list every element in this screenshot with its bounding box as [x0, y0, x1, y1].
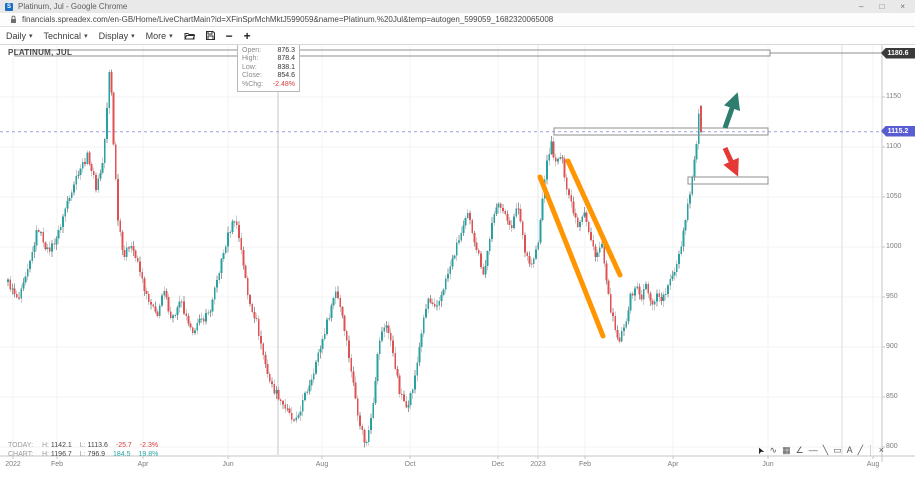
- drawing-toolbar: ➤∿ ▦ ∠ — ╲ ▭ A ╱ │ ×: [757, 445, 884, 456]
- zoom-in-button[interactable]: +: [244, 30, 251, 42]
- polyline-tool-icon[interactable]: ∿: [770, 445, 778, 456]
- pointer-tool-icon[interactable]: ➤: [754, 445, 767, 456]
- window-title: Platinum, Jul - Google Chrome: [18, 2, 127, 11]
- today-summary-row: TODAY: H: 1142.1 L: 1113.6 -25.7 -2.3%: [8, 442, 158, 451]
- line-tool-icon[interactable]: ╱: [858, 445, 863, 456]
- close-button[interactable]: ×: [900, 2, 905, 11]
- y-axis-label: 1100: [886, 143, 901, 150]
- address-bar[interactable]: financials.spreadex.com/en-GB/Home/LiveC…: [0, 13, 915, 27]
- y-axis-label: 950: [886, 293, 898, 300]
- last-price-tag: 1115.2: [881, 126, 915, 137]
- x-axis-label: Apr: [668, 461, 679, 468]
- x-axis-label: Feb: [579, 461, 591, 468]
- chart-toolbar: Daily▾ Technical▾ Display▾ More▾ −: [0, 27, 915, 45]
- chevron-down-icon: ▾: [84, 32, 88, 40]
- chevron-down-icon: ▾: [169, 32, 173, 40]
- save-chart-button[interactable]: [206, 31, 215, 40]
- y-axis-label: 800: [886, 443, 898, 450]
- chevron-down-icon: ▾: [131, 32, 135, 40]
- x-axis-label: Aug: [867, 461, 879, 468]
- fibonacci-grid-tool-icon[interactable]: ▦: [782, 445, 791, 456]
- menu-more[interactable]: More▾: [146, 31, 173, 41]
- toolbar-divider: │: [868, 445, 874, 456]
- browser-window: S Platinum, Jul - Google Chrome – □ × fi…: [0, 0, 915, 478]
- maximize-button[interactable]: □: [879, 2, 884, 11]
- url-text: financials.spreadex.com/en-GB/Home/LiveC…: [22, 15, 553, 24]
- spreadex-favicon: S: [5, 3, 13, 11]
- chevron-down-icon: ▾: [29, 32, 33, 40]
- floppy-save-icon: [206, 31, 215, 40]
- x-axis-label: Feb: [51, 461, 63, 468]
- minimize-button[interactable]: –: [859, 2, 863, 11]
- candlestick-chart-canvas[interactable]: [0, 0, 915, 478]
- x-axis-label: Apr: [138, 461, 149, 468]
- menu-technical[interactable]: Technical▾: [44, 31, 88, 41]
- text-tool-icon[interactable]: A: [847, 445, 853, 456]
- window-title-bar: S Platinum, Jul - Google Chrome – □ ×: [0, 0, 915, 13]
- y-axis-label: 1050: [886, 193, 902, 200]
- y-axis-label: 900: [886, 343, 898, 350]
- x-axis-label: Dec: [492, 461, 504, 468]
- y-axis-label: 1000: [886, 243, 902, 250]
- trendline-tool-icon[interactable]: ╲: [823, 445, 828, 456]
- padlock-icon: [10, 15, 17, 24]
- y-axis-label: 850: [886, 393, 898, 400]
- delete-drawing-icon[interactable]: ×: [879, 445, 884, 456]
- menu-display[interactable]: Display▾: [99, 31, 135, 41]
- ohlc-tooltip: Open:876.3 High:878.4 Low:838.1 Close:85…: [237, 44, 300, 92]
- y-axis-label: 1150: [886, 93, 901, 100]
- x-axis-label: 2023: [530, 461, 546, 468]
- x-axis-label: Jun: [222, 461, 233, 468]
- menu-daily[interactable]: Daily▾: [6, 31, 33, 41]
- horizontal-line-tool-icon[interactable]: —: [809, 445, 818, 456]
- x-axis-label: 2022: [5, 461, 21, 468]
- x-axis-label: Oct: [405, 461, 416, 468]
- rectangle-tool-icon[interactable]: ▭: [833, 445, 842, 456]
- open-chart-button[interactable]: [184, 31, 195, 40]
- folder-open-icon: [184, 31, 195, 40]
- x-axis-label: Jun: [762, 461, 773, 468]
- instrument-label: PLATINUM, JUL: [8, 48, 72, 57]
- level-price-tag: 1180.6: [881, 48, 915, 59]
- chart-summary-row: CHART: H: 1196.7 L: 796.9 184.5 19.8%: [8, 451, 158, 460]
- zoom-out-button[interactable]: −: [226, 30, 233, 42]
- session-summary: TODAY: H: 1142.1 L: 1113.6 -25.7 -2.3% C…: [8, 442, 158, 459]
- x-axis-label: Aug: [316, 461, 328, 468]
- channel-tool-icon[interactable]: ∠: [796, 445, 804, 456]
